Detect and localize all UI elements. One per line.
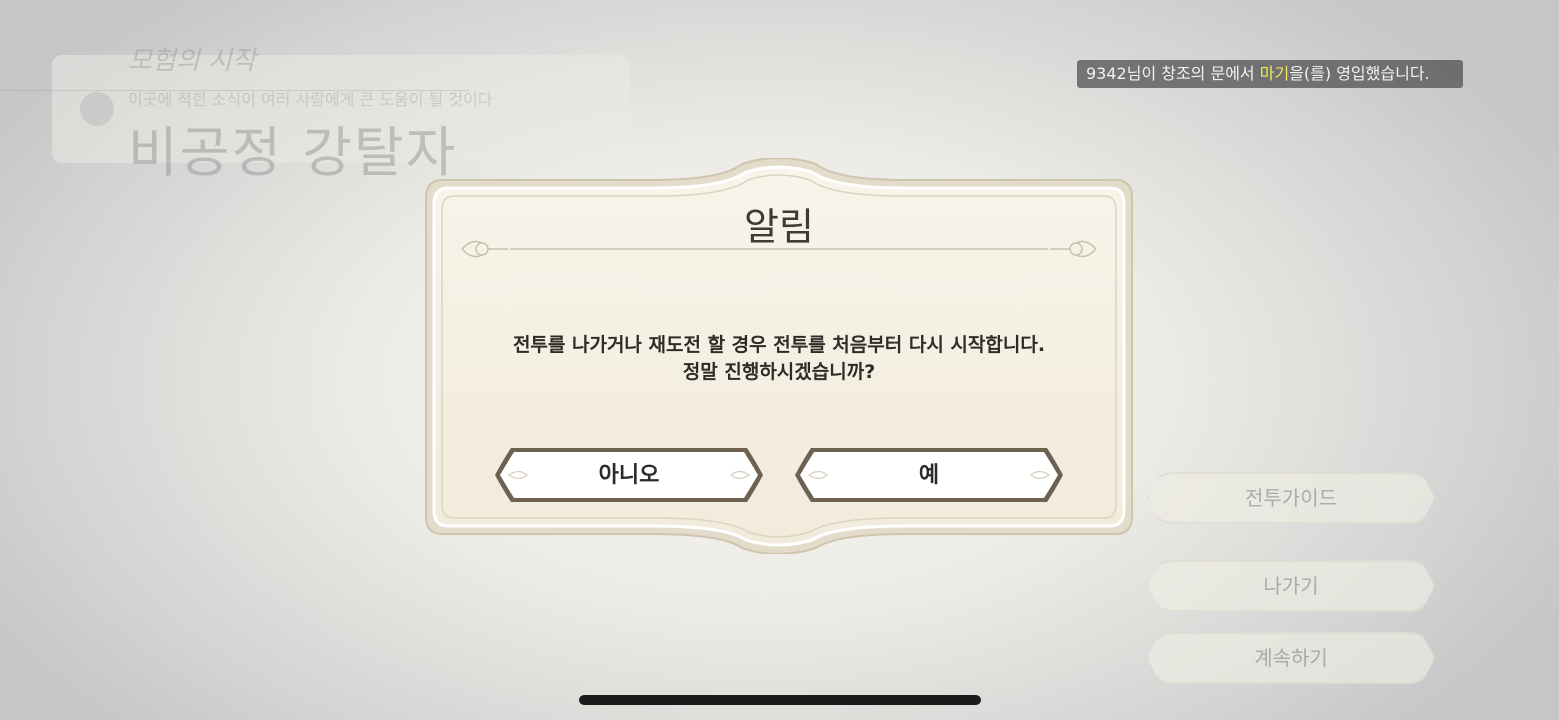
exit-button[interactable]: 나가기 bbox=[1147, 560, 1435, 612]
quest-chapter: 모험의 시작 bbox=[128, 46, 256, 76]
dialog-message: 전투를 나가거나 재도전 할 경우 전투를 처음부터 다시 시작합니다. 정말 … bbox=[412, 332, 1146, 386]
continue-button[interactable]: 계속하기 bbox=[1147, 632, 1435, 684]
dialog-message-line2: 정말 진행하시겠습니까? bbox=[682, 361, 876, 383]
dialog-message-line1: 전투를 나가거나 재도전 할 경우 전투를 처음부터 다시 시작합니다. bbox=[512, 334, 1046, 356]
no-button[interactable]: 아니오 bbox=[493, 446, 765, 504]
battle-guide-button[interactable]: 전투가이드 bbox=[1147, 472, 1435, 524]
quest-subtitle: 이곳에 적힌 소식이 여러 사람에게 큰 도움이 될 것이다 bbox=[128, 90, 493, 109]
home-indicator[interactable] bbox=[579, 695, 981, 705]
notification-highlight: 마기 bbox=[1259, 64, 1290, 83]
quest-icon bbox=[80, 92, 114, 126]
quest-title: 비공정 강탈자 bbox=[128, 121, 458, 184]
yes-button[interactable]: 예 bbox=[793, 446, 1065, 504]
dialog-title: 알림 bbox=[744, 205, 814, 249]
notification-suffix: 을(를) 영입했습니다. bbox=[1289, 64, 1430, 83]
recruit-notification: 9342님이 창조의 문에서 마기을(를) 영입했습니다. bbox=[1077, 60, 1463, 88]
notification-prefix: 9342님이 창조의 문에서 bbox=[1086, 64, 1260, 83]
no-button-label: 아니오 bbox=[598, 462, 660, 487]
yes-button-label: 예 bbox=[918, 462, 940, 487]
